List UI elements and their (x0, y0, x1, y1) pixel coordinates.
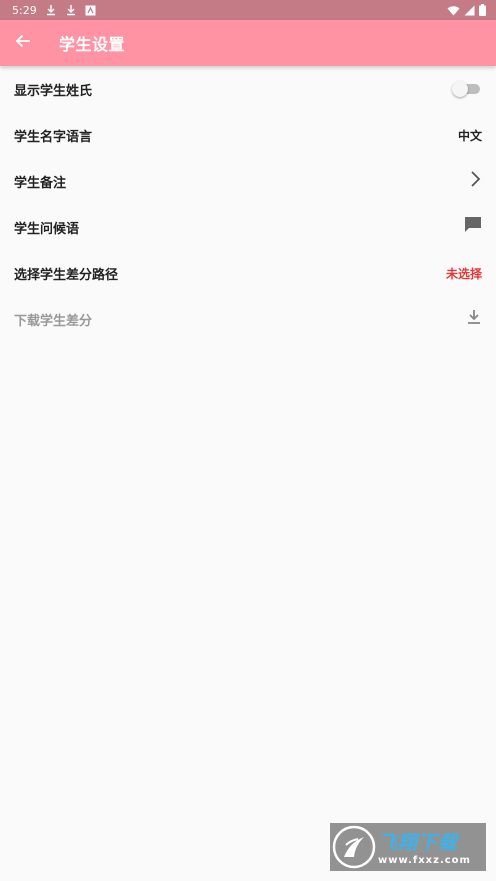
back-button[interactable] (0, 20, 46, 66)
setting-show-surname[interactable]: 显示学生姓氏 (0, 66, 496, 112)
chevron-right-icon (468, 170, 482, 192)
download-notification-icon (45, 4, 57, 16)
signal-icon (464, 5, 475, 16)
setting-greeting[interactable]: 学生问候语 (0, 204, 496, 250)
setting-label: 学生备注 (14, 175, 67, 191)
watermark: 飞翔下载 www.fxxz.com (330, 823, 486, 871)
setting-label: 学生问候语 (14, 221, 80, 237)
status-time: 5:29 (12, 3, 37, 17)
show-surname-toggle[interactable] (452, 81, 482, 97)
download-notification-icon (65, 4, 77, 16)
app-notification-icon (85, 5, 96, 16)
page-title: 学生设置 (59, 35, 126, 54)
setting-label: 显示学生姓氏 (14, 83, 93, 99)
setting-name-language[interactable]: 学生名字语言 中文 (0, 112, 496, 158)
watermark-logo-icon (332, 825, 376, 869)
setting-download-diff[interactable]: 下载学生差分 (0, 296, 496, 342)
setting-diff-path[interactable]: 选择学生差分路径 未选择 (0, 250, 496, 296)
battery-icon (479, 4, 486, 16)
app-bar: 学生设置 (0, 20, 496, 66)
download-icon (466, 309, 482, 329)
setting-label: 选择学生差分路径 (14, 267, 119, 283)
setting-label: 下载学生差分 (14, 313, 93, 329)
settings-list: 显示学生姓氏 学生名字语言 中文 学生备注 学生问候语 选择学生差分路径 未选择… (0, 66, 496, 342)
watermark-title: 飞翔下载 (378, 832, 459, 854)
setting-label: 学生名字语言 (14, 129, 93, 145)
setting-student-note[interactable]: 学生备注 (0, 158, 496, 204)
arrow-left-icon (15, 33, 31, 53)
name-language-value: 中文 (457, 128, 482, 143)
watermark-url: www.fxxz.com (378, 855, 471, 866)
wifi-icon (447, 5, 460, 16)
status-bar: 5:29 (0, 0, 496, 20)
message-icon (464, 216, 482, 238)
diff-path-value: 未选择 (445, 266, 482, 281)
